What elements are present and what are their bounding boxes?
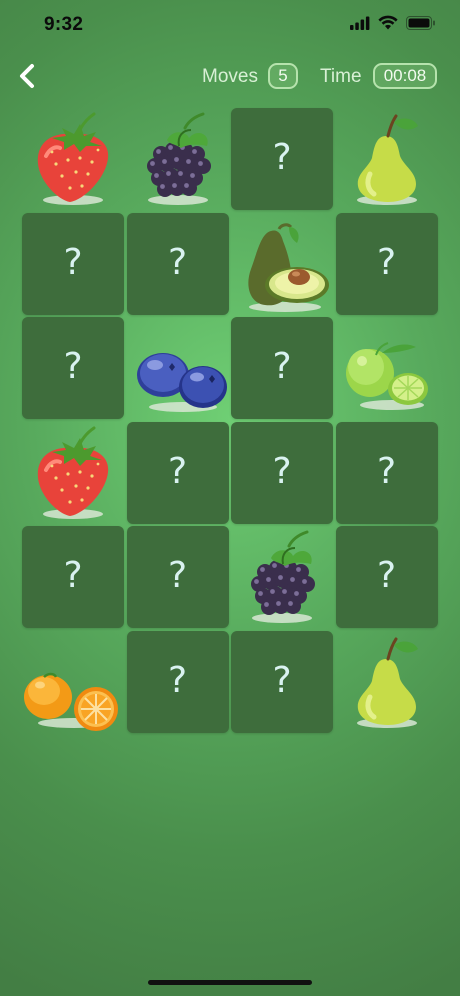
status-time: 9:32 (44, 14, 84, 35)
question-mark: ? (376, 241, 397, 283)
card-hidden[interactable]: ? (22, 317, 124, 419)
card-revealed-avocado[interactable] (231, 213, 333, 315)
card-hidden[interactable]: ? (126, 526, 229, 628)
question-mark: ? (272, 659, 292, 701)
card-revealed-orange[interactable] (22, 631, 124, 733)
moves-counter: 5 (268, 63, 298, 89)
card-revealed-lime[interactable] (336, 317, 438, 419)
question-mark: ? (63, 555, 83, 596)
pear-icon (356, 637, 418, 728)
card-revealed-pear[interactable] (336, 108, 438, 210)
lime-icon (345, 342, 428, 410)
question-mark: ? (272, 137, 292, 178)
question-mark: ? (167, 659, 188, 701)
pear-icon (356, 114, 418, 205)
battery-icon (406, 15, 436, 35)
status-icons (350, 15, 436, 35)
card-revealed-blackberry[interactable] (231, 526, 333, 628)
card-hidden[interactable]: ? (126, 212, 229, 315)
card-hidden[interactable]: ? (231, 630, 333, 733)
card-hidden[interactable]: ? (335, 421, 438, 524)
question-mark: ? (63, 241, 83, 283)
blackberry-icon (146, 112, 211, 205)
strawberry-icon (37, 112, 109, 205)
card-revealed-strawberry[interactable] (22, 108, 124, 210)
card-revealed-blueberry[interactable] (127, 317, 229, 419)
question-mark: ? (376, 450, 397, 492)
status-bar: 9:32 (0, 0, 460, 50)
question-mark: ? (272, 346, 292, 387)
game-header: Moves 5 Time 00:08 (0, 56, 460, 96)
card-hidden[interactable]: ? (22, 212, 124, 315)
chevron-left-icon (20, 64, 34, 88)
home-indicator (148, 980, 312, 985)
orange-icon (24, 672, 118, 731)
question-mark: ? (167, 241, 188, 283)
card-hidden[interactable]: ? (335, 212, 438, 315)
card-hidden[interactable]: ? (126, 421, 229, 524)
card-hidden[interactable]: ? (231, 421, 333, 524)
blackberry-icon (251, 530, 315, 623)
signal-icon (350, 16, 370, 35)
card-hidden[interactable]: ? (22, 526, 124, 628)
card-revealed-blackberry[interactable] (127, 108, 229, 210)
card-hidden[interactable]: ? (335, 526, 438, 628)
moves-label: Moves (202, 66, 258, 87)
wifi-icon (378, 15, 398, 35)
question-mark: ? (167, 450, 188, 492)
question-mark: ? (272, 450, 292, 492)
time-counter: 00:08 (373, 63, 437, 89)
card-hidden[interactable]: ? (231, 108, 333, 210)
question-mark: ? (63, 346, 83, 387)
card-hidden[interactable]: ? (231, 317, 333, 419)
avocado-icon (248, 222, 329, 312)
strawberry-icon (37, 426, 109, 519)
question-mark: ? (167, 555, 188, 596)
card-revealed-pear[interactable] (336, 631, 438, 733)
card-revealed-strawberry[interactable] (22, 422, 124, 524)
blueberry-icon (136, 353, 227, 412)
question-mark: ? (376, 555, 397, 596)
card-hidden[interactable]: ? (126, 630, 229, 733)
back-button[interactable] (10, 58, 46, 94)
time-label: Time (320, 66, 362, 87)
